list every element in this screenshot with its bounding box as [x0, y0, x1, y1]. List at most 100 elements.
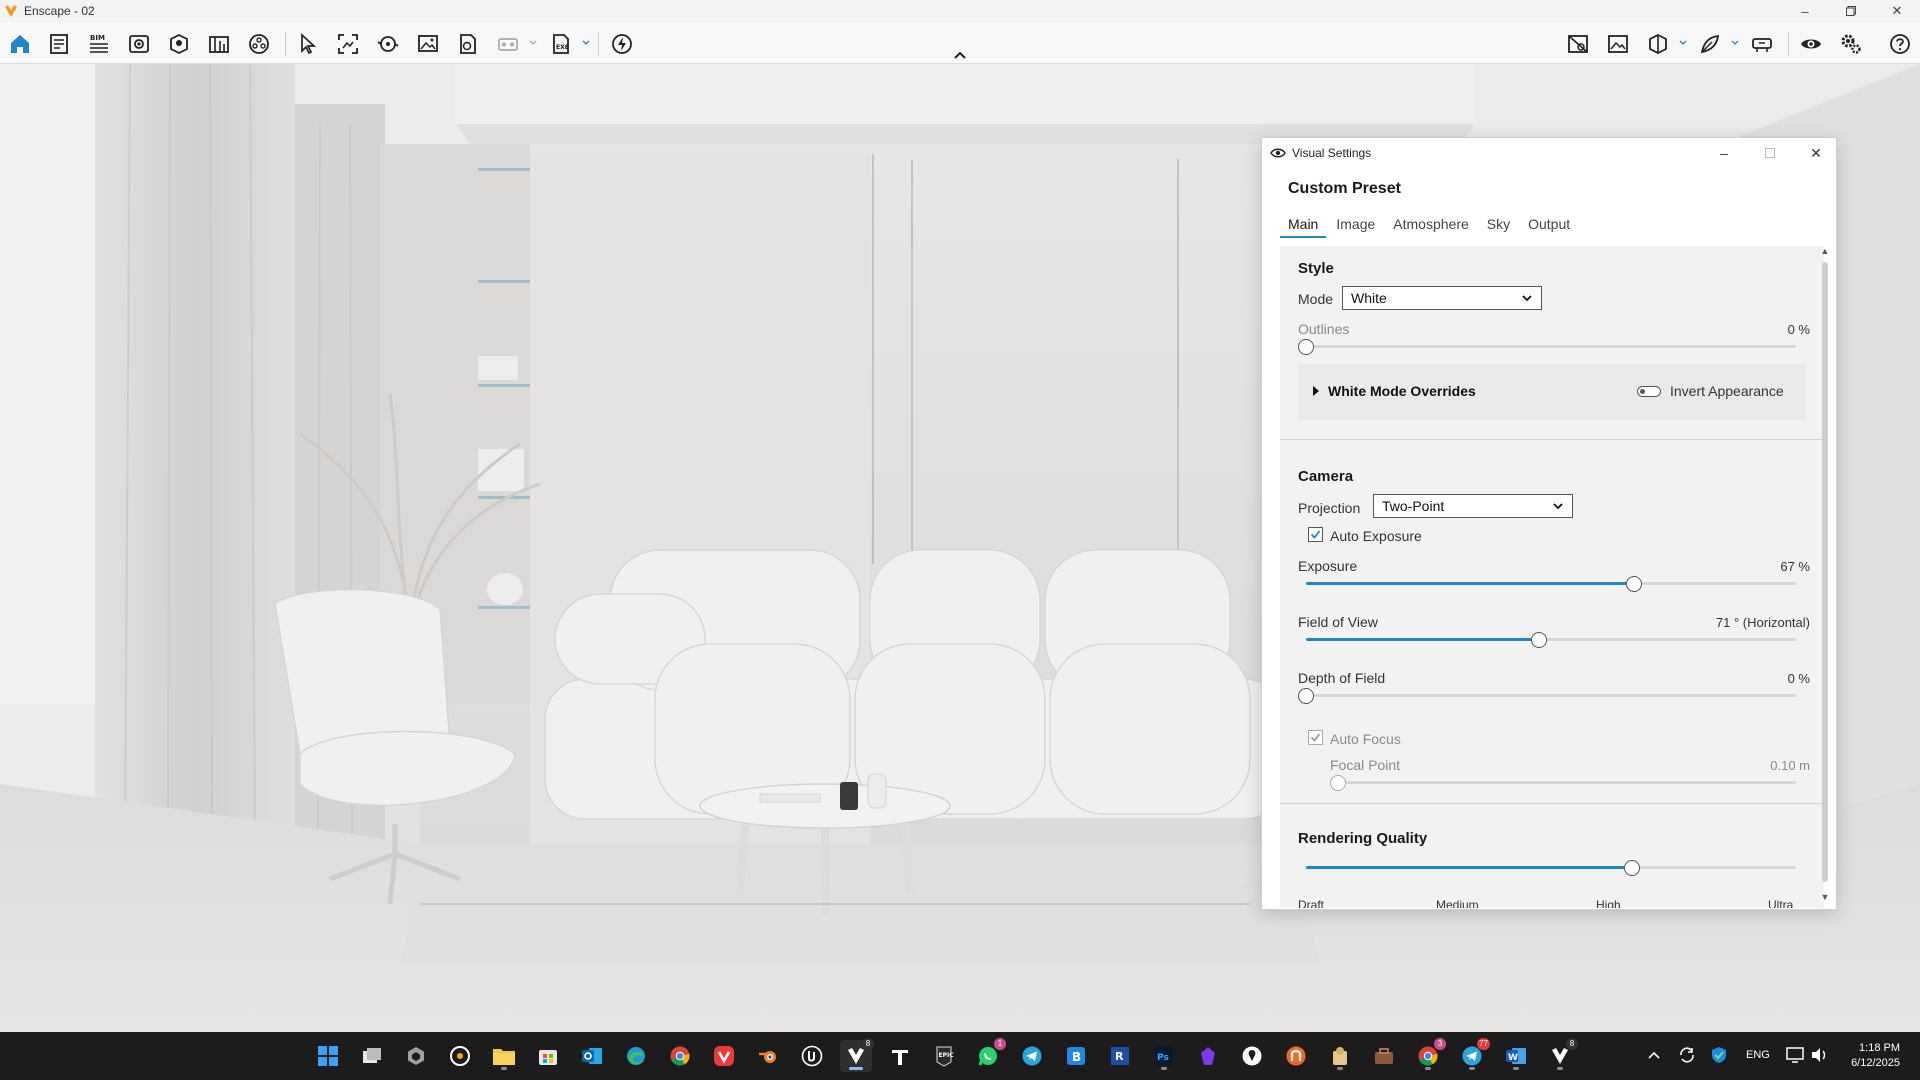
exposure-slider[interactable]	[1306, 576, 1796, 592]
network-icon[interactable]	[1786, 1047, 1804, 1063]
enscape-icon[interactable]: 8	[840, 1038, 874, 1072]
enscape-alt-icon[interactable]: 8	[1544, 1038, 1578, 1072]
section-dropdown-chevron-icon[interactable]	[1678, 36, 1688, 50]
whatsapp-icon[interactable]: 1	[972, 1038, 1006, 1072]
maps-icon[interactable]	[1236, 1040, 1268, 1072]
d5-render-icon[interactable]	[1280, 1040, 1312, 1072]
panorama-icon[interactable]	[374, 30, 402, 58]
depth-of-field-slider[interactable]	[1298, 688, 1796, 704]
focal-point-slider[interactable]	[1330, 775, 1796, 791]
library-icon[interactable]	[205, 30, 233, 58]
depth-of-field-slider-thumb[interactable]	[1298, 688, 1314, 704]
materials-icon[interactable]	[245, 30, 273, 58]
section-icon[interactable]	[1644, 30, 1672, 58]
chrome-profile-icon[interactable]: 3	[1412, 1038, 1446, 1072]
security-shield-icon[interactable]	[1710, 1046, 1728, 1064]
typora-icon[interactable]	[884, 1040, 916, 1072]
revit-icon[interactable]: R	[1104, 1040, 1136, 1072]
photoshop-icon[interactable]: Ps	[1148, 1040, 1180, 1072]
exposure-slider-thumb[interactable]	[1626, 576, 1643, 592]
live-update-icon[interactable]	[608, 30, 636, 58]
video-icon[interactable]	[454, 30, 482, 58]
telegram-icon[interactable]	[1016, 1040, 1048, 1072]
field-of-view-slider-thumb[interactable]	[1530, 632, 1547, 648]
vr-icon[interactable]	[494, 30, 522, 58]
b-app-icon[interactable]: B	[1060, 1040, 1092, 1072]
edge-icon[interactable]	[620, 1040, 652, 1072]
unreal-engine-icon[interactable]	[796, 1040, 828, 1072]
view-icon[interactable]	[125, 30, 153, 58]
screenshot-icon[interactable]	[334, 30, 362, 58]
close-button[interactable]: ✕	[1874, 0, 1920, 22]
task-view-icon[interactable]	[356, 1040, 388, 1072]
scroll-down-icon[interactable]: ▼	[1820, 892, 1830, 902]
projection-select-value: Two-Point	[1382, 498, 1445, 514]
home-icon[interactable]	[6, 30, 34, 58]
pointer-icon[interactable]	[294, 30, 322, 58]
settings-icon[interactable]	[1837, 30, 1865, 58]
tab-sky[interactable]: Sky	[1479, 212, 1518, 238]
bim-icon[interactable]: BIM	[85, 30, 113, 58]
image-icon[interactable]	[414, 30, 442, 58]
white-mode-overrides-row[interactable]: White Mode Overrides Invert Appearance	[1298, 364, 1806, 420]
vr-headset-icon[interactable]	[1748, 30, 1776, 58]
window-title: Enscape - 02	[24, 4, 95, 18]
epic-games-icon[interactable]: EPIC	[928, 1040, 960, 1072]
scroll-thumb[interactable]	[1822, 262, 1828, 882]
asset-library-icon[interactable]	[45, 30, 73, 58]
eye-icon[interactable]	[1797, 30, 1825, 58]
language-indicator[interactable]: ENG	[1746, 1049, 1770, 1061]
system-clock[interactable]: 1:18 PM 6/12/2025	[1851, 1041, 1900, 1071]
panel-minimize-button[interactable]: –	[1702, 138, 1746, 168]
panel-close-button[interactable]: ✕	[1794, 138, 1838, 168]
volume-icon[interactable]	[1810, 1047, 1828, 1063]
tab-atmosphere[interactable]: Atmosphere	[1385, 212, 1476, 238]
field-of-view-slider[interactable]	[1306, 632, 1796, 648]
panel-maximize-button[interactable]	[1748, 138, 1792, 168]
vivaldi-icon[interactable]	[708, 1040, 740, 1072]
exe-export-icon[interactable]: EXE	[547, 30, 575, 58]
vr-dropdown-chevron-icon[interactable]	[528, 36, 538, 50]
tab-output[interactable]: Output	[1520, 212, 1578, 238]
file-explorer-icon[interactable]	[488, 1040, 520, 1072]
outlines-slider[interactable]	[1298, 339, 1796, 355]
projection-select[interactable]: Two-Point	[1373, 494, 1573, 518]
chrome-icon[interactable]	[664, 1040, 696, 1072]
files-app-icon[interactable]	[1324, 1040, 1356, 1072]
auto-focus-checkbox[interactable]	[1308, 730, 1323, 745]
rendering-quality-slider[interactable]	[1306, 860, 1796, 876]
settings-scrollbar[interactable]: ▲ ▼	[1820, 246, 1830, 906]
hide-ui-icon[interactable]	[1564, 30, 1592, 58]
auto-exposure-checkbox[interactable]	[1308, 527, 1323, 542]
enscape-logo-icon	[4, 4, 18, 18]
telegram-alt-icon[interactable]: 77	[1456, 1038, 1490, 1072]
obsidian-icon[interactable]	[1192, 1040, 1224, 1072]
annotation-dropdown-chevron-icon[interactable]	[1730, 36, 1740, 50]
collapse-toolbar-chevron-icon[interactable]	[952, 48, 968, 60]
help-icon[interactable]	[1886, 30, 1914, 58]
invert-appearance-toggle[interactable]	[1637, 386, 1661, 397]
annotation-icon[interactable]	[1696, 30, 1724, 58]
rendering-quality-slider-thumb[interactable]	[1623, 860, 1640, 876]
scroll-up-icon[interactable]: ▲	[1820, 246, 1830, 256]
tab-image[interactable]: Image	[1328, 212, 1383, 238]
toolbox-icon[interactable]	[1368, 1040, 1400, 1072]
blender-icon[interactable]	[752, 1040, 784, 1072]
tray-overflow-chevron-icon[interactable]	[1648, 1050, 1660, 1060]
outlook-icon[interactable]	[576, 1040, 608, 1072]
mode-select[interactable]: White	[1342, 286, 1542, 310]
outlines-slider-thumb[interactable]	[1298, 339, 1314, 355]
maximize-button[interactable]	[1828, 0, 1874, 22]
word-icon[interactable]: W	[1500, 1040, 1532, 1072]
focal-point-slider-thumb[interactable]	[1330, 775, 1346, 791]
visual-settings-icon[interactable]	[165, 30, 193, 58]
capture-icon[interactable]	[1604, 30, 1632, 58]
tab-main[interactable]: Main	[1280, 212, 1327, 238]
cinema-app-icon[interactable]	[444, 1040, 476, 1072]
sync-icon[interactable]	[1678, 1046, 1696, 1064]
microsoft-store-icon[interactable]	[532, 1040, 564, 1072]
unity-hub-icon[interactable]	[400, 1040, 432, 1072]
windows-start-icon[interactable]	[312, 1040, 344, 1072]
export-dropdown-chevron-icon[interactable]	[581, 36, 591, 50]
minimize-button[interactable]: –	[1782, 0, 1828, 22]
